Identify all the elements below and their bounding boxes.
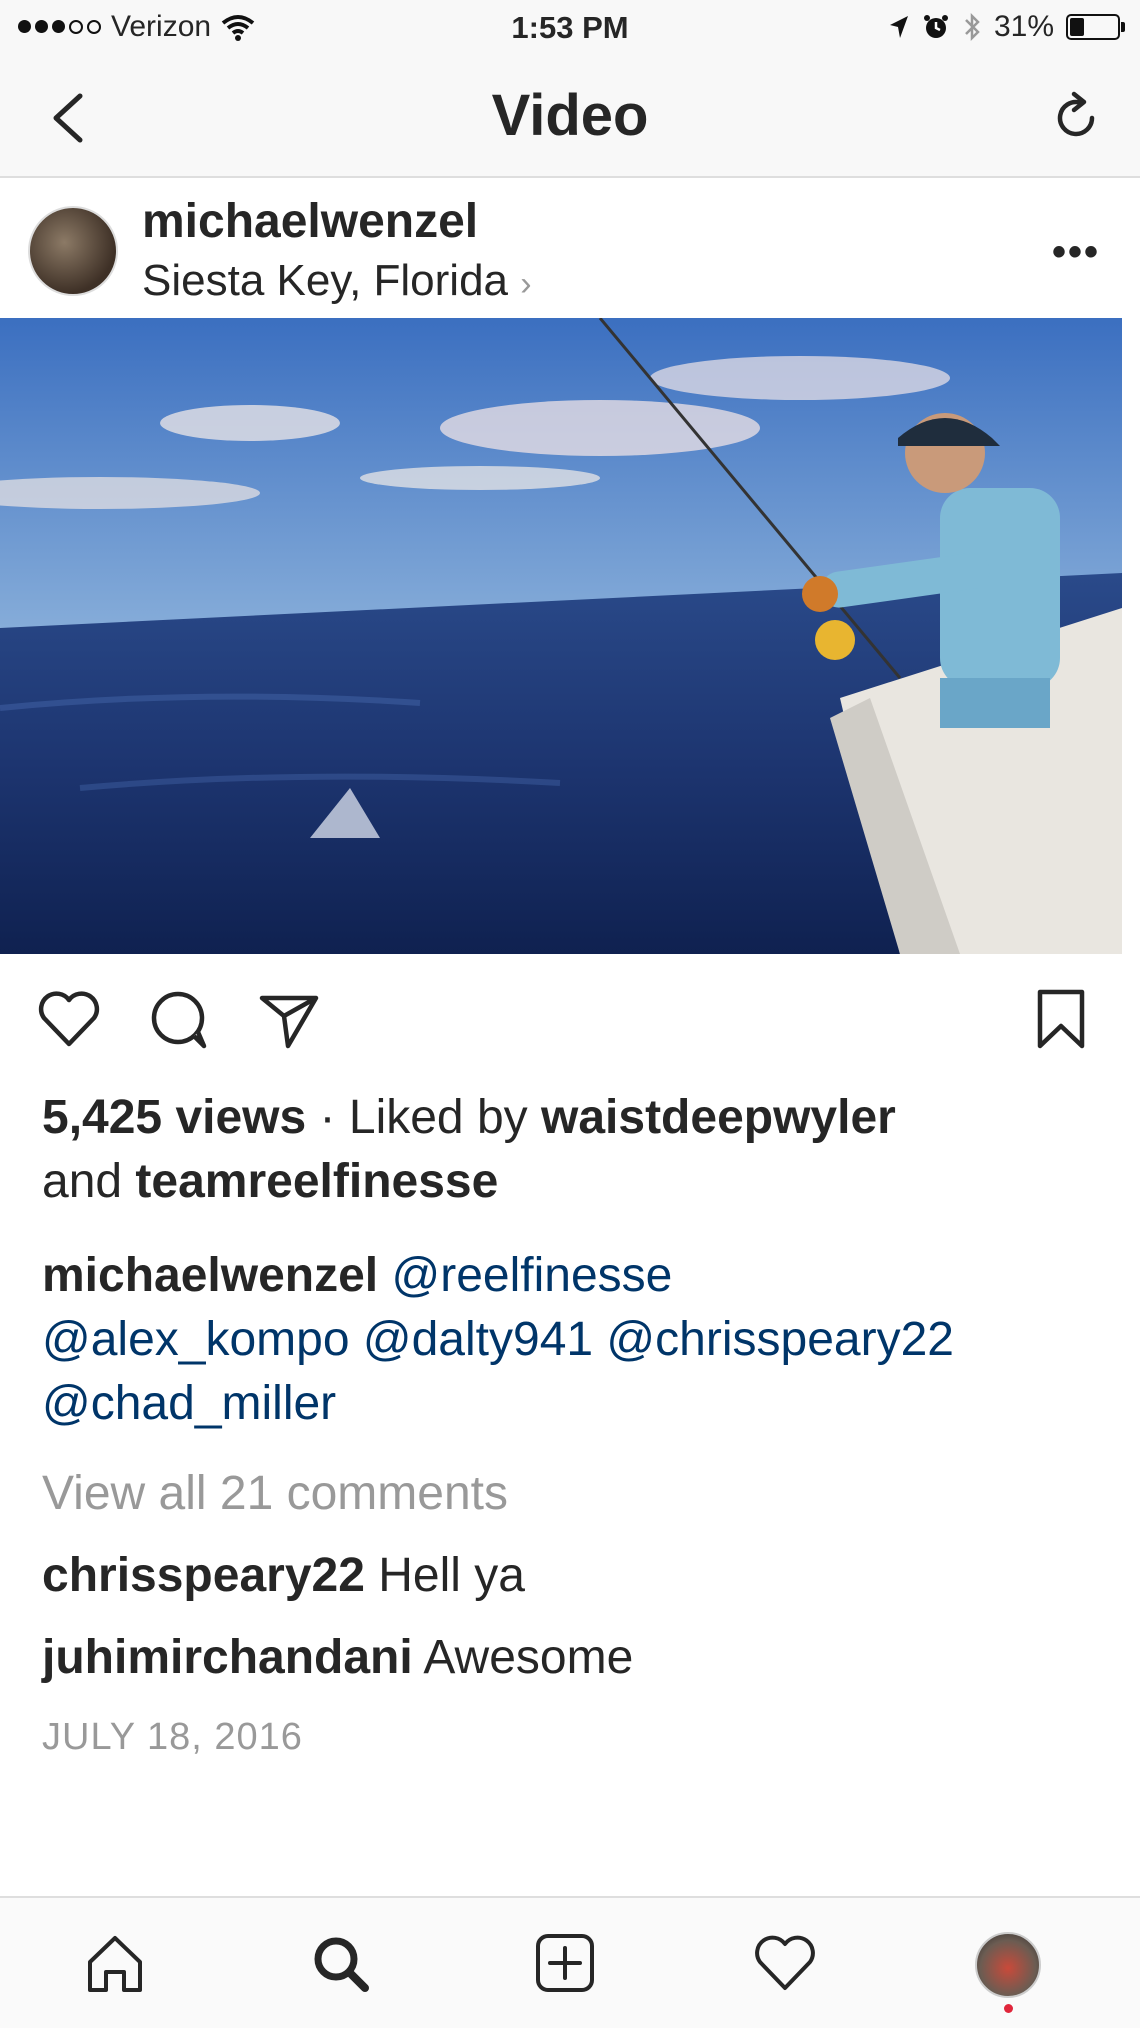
- caption-mentions-3[interactable]: @chad_miller: [42, 1376, 336, 1431]
- new-post-icon[interactable]: [530, 1928, 600, 1998]
- liked-by-label: · Liked by: [306, 1091, 541, 1144]
- liked-and-label: and: [42, 1155, 136, 1208]
- view-count[interactable]: 5,425 views: [42, 1091, 306, 1144]
- comment-username[interactable]: chrisspeary22: [42, 1549, 365, 1602]
- video-frame: [0, 318, 1122, 954]
- home-icon[interactable]: [80, 1928, 150, 1998]
- alarm-icon: [923, 15, 948, 38]
- profile-avatar[interactable]: [975, 1932, 1041, 1998]
- comment-text: Awesome: [423, 1631, 634, 1684]
- comment-icon[interactable]: [144, 984, 214, 1054]
- caption-username[interactable]: michaelwenzel: [42, 1249, 378, 1302]
- liked-user[interactable]: waistdeepwyler: [541, 1091, 896, 1144]
- comment-item: juhimirchandani Awesome: [42, 1630, 633, 1685]
- post-actions: [0, 980, 1140, 1070]
- post-date: JULY 18, 2016: [42, 1716, 303, 1758]
- comment-item: chrisspeary22 Hell ya: [42, 1548, 525, 1603]
- activity-heart-icon[interactable]: [750, 1928, 820, 1998]
- location-arrow-icon: [889, 16, 908, 38]
- search-icon[interactable]: [305, 1928, 375, 1998]
- post-header: michaelwenzel Siesta Key, Florida › •••: [0, 178, 1140, 316]
- location-chevron-icon: ›: [520, 265, 532, 303]
- location-text: Siesta Key, Florida: [142, 256, 509, 305]
- status-right: 31%: [888, 10, 1125, 44]
- comment-text: Hell ya: [378, 1549, 525, 1602]
- battery-percent: 31%: [993, 10, 1054, 43]
- refresh-icon[interactable]: [1046, 88, 1106, 148]
- view-all-comments-link[interactable]: View all 21 comments: [42, 1466, 508, 1521]
- notification-dot: [1004, 2004, 1013, 2013]
- battery-icon: [1066, 14, 1125, 40]
- bookmark-icon[interactable]: [1026, 984, 1096, 1054]
- caption-mentions-2[interactable]: @alex_kompo @dalty941 @chrisspeary22: [42, 1312, 954, 1367]
- likes-line-2: and teamreelfinesse: [42, 1154, 498, 1209]
- post-location[interactable]: Siesta Key, Florida ›: [142, 256, 532, 306]
- post-video[interactable]: [0, 318, 1122, 954]
- likes-line: 5,425 views · Liked by waistdeepwyler: [42, 1090, 896, 1145]
- post-username[interactable]: michaelwenzel: [142, 194, 478, 249]
- battery-fill: [1070, 18, 1084, 36]
- nav-bar: Video: [0, 58, 1140, 178]
- avatar[interactable]: [28, 206, 118, 296]
- page-title: Video: [491, 83, 649, 148]
- comment-username[interactable]: juhimirchandani: [42, 1631, 413, 1684]
- caption-line-1: michaelwenzel @reelfinesse: [42, 1248, 672, 1303]
- more-options-icon[interactable]: •••: [1052, 230, 1100, 275]
- tab-bar: [0, 1896, 1140, 2028]
- caption-mention[interactable]: @reelfinesse: [391, 1249, 672, 1302]
- status-bar: Verizon 1:53 PM 31%: [0, 0, 1140, 58]
- bluetooth-icon: [965, 12, 980, 42]
- liked-user-2[interactable]: teamreelfinesse: [135, 1155, 498, 1208]
- share-icon[interactable]: [254, 984, 324, 1054]
- heart-icon[interactable]: [34, 984, 104, 1054]
